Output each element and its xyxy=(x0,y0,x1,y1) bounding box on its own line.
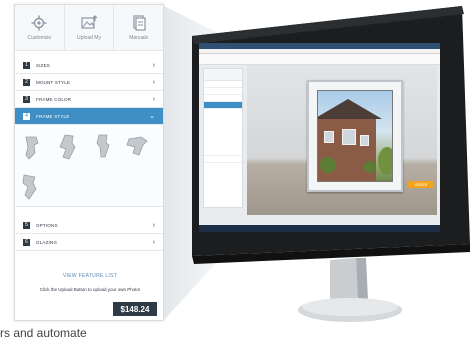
step-number: 4 xyxy=(23,112,30,120)
chevron-right-icon: › xyxy=(152,221,155,229)
menu-item-label: FRAME STYLE xyxy=(36,113,70,119)
tab-manuals[interactable]: Manuals xyxy=(114,5,163,50)
tab-manuals-label: Manuals xyxy=(129,34,149,41)
menu-item-frame-color[interactable]: 3 FRAME COLOR › xyxy=(15,91,163,108)
chevron-right-icon: › xyxy=(152,95,155,103)
mini-row xyxy=(204,88,242,95)
house-window xyxy=(324,131,334,143)
shrub xyxy=(364,161,376,173)
house-roof xyxy=(318,99,382,119)
tab-customize-label: Customize xyxy=(27,34,52,41)
menu-item-frame-style[interactable]: 4 FRAME STYLE ⌄ xyxy=(15,108,163,125)
tab-upload-label: Upload My xyxy=(77,34,101,41)
menu-item-mount-style[interactable]: 2 MOUNT STYLE › xyxy=(15,74,163,91)
step-number: 1 xyxy=(23,61,30,69)
price-display: $148.24 xyxy=(113,302,157,316)
step-number: 5 xyxy=(23,221,30,229)
mini-row-active xyxy=(204,102,242,109)
frame-profile-3[interactable] xyxy=(95,133,111,159)
frame-profile-options xyxy=(15,125,163,207)
step-number: 6 xyxy=(23,238,30,246)
house-window xyxy=(342,129,356,145)
mini-tabs xyxy=(204,69,242,81)
tree xyxy=(378,147,392,175)
chevron-right-icon: › xyxy=(152,238,155,246)
configurator-panel: Customize Upload My Manuals 1 SIZES › 2 xyxy=(14,4,164,321)
os-taskbar xyxy=(199,225,440,232)
mini-row xyxy=(204,156,242,163)
monitor-screen: ORDER xyxy=(199,43,440,232)
app-header xyxy=(199,54,440,65)
chevron-right-icon: › xyxy=(152,61,155,69)
document-icon xyxy=(133,14,146,31)
view-feature-list-link[interactable]: VIEW FEATURE LIST xyxy=(15,273,165,279)
frame-profile-4[interactable] xyxy=(125,135,149,157)
framed-photo xyxy=(307,80,403,192)
menu-item-label: OPTIONS xyxy=(36,222,58,228)
house-window xyxy=(360,135,369,146)
order-button[interactable]: ORDER xyxy=(408,181,434,188)
menu-item-label: GLAZING xyxy=(36,239,58,245)
shrub xyxy=(320,157,336,173)
menu-item-label: FRAME COLOR xyxy=(36,96,72,102)
menu-item-label: SIZES xyxy=(36,62,51,68)
mini-row xyxy=(204,95,242,102)
frame-profile-2[interactable] xyxy=(57,133,77,161)
mini-configurator-panel xyxy=(203,68,243,208)
frame-profile-5[interactable] xyxy=(21,173,39,201)
mini-row xyxy=(204,81,242,88)
house-photo xyxy=(317,90,393,182)
frame-profile-1[interactable] xyxy=(23,135,41,161)
menu-item-label: MOUNT STYLE xyxy=(36,79,71,85)
tab-customize[interactable]: Customize xyxy=(15,5,65,50)
caption-text: rs and automate xyxy=(0,326,87,339)
step-number: 3 xyxy=(23,95,30,103)
menu-item-options[interactable]: 5 OPTIONS › xyxy=(15,217,163,234)
upload-image-icon xyxy=(81,14,97,29)
mini-row xyxy=(204,149,242,156)
menu-item-glazing[interactable]: 6 GLAZING › xyxy=(15,234,163,251)
menu-item-sizes[interactable]: 1 SIZES › xyxy=(15,57,163,74)
mini-profiles xyxy=(204,109,242,149)
chevron-right-icon: › xyxy=(152,78,155,86)
room-preview xyxy=(247,65,437,215)
gear-icon xyxy=(31,15,47,30)
tab-upload[interactable]: Upload My xyxy=(65,5,115,50)
upload-note: Click the Upload Button to upload your o… xyxy=(39,287,141,292)
top-tabs: Customize Upload My Manuals xyxy=(15,5,163,51)
chevron-down-icon: ⌄ xyxy=(149,113,155,120)
step-number: 2 xyxy=(23,78,30,86)
